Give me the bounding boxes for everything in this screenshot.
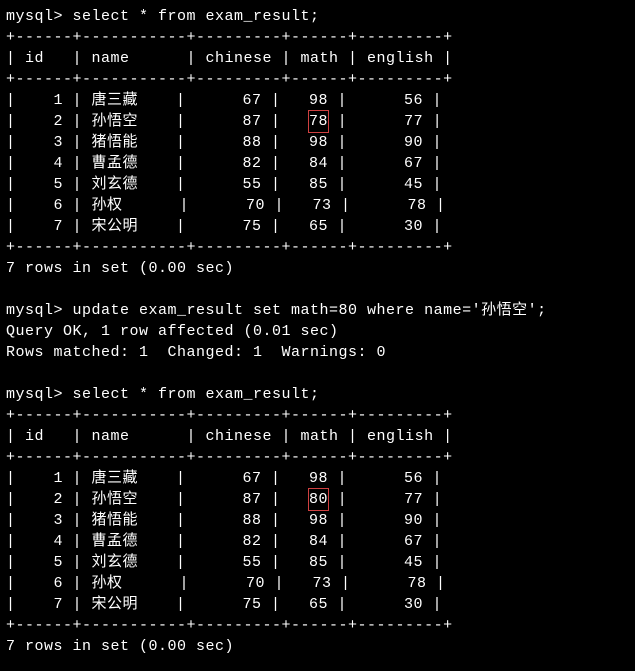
rows-matched-status: Rows matched: 1 Changed: 1 Warnings: 0	[6, 342, 629, 363]
table-row: | 5 | 刘玄德 | 55 | 85 | 45 |	[6, 174, 629, 195]
table-border-2: +------+-----------+---------+------+---…	[6, 405, 629, 426]
table-row: | 7 | 宋公明 | 75 | 65 | 30 |	[6, 216, 629, 237]
table-border-1: +------+-----------+---------+------+---…	[6, 27, 629, 48]
table-row: | 1 | 唐三藏 | 67 | 98 | 56 |	[6, 468, 629, 489]
table-row: | 3 | 猪悟能 | 88 | 98 | 90 |	[6, 132, 629, 153]
table-row: | 4 | 曹孟德 | 82 | 84 | 67 |	[6, 531, 629, 552]
table-row: | 1 | 唐三藏 | 67 | 98 | 56 |	[6, 90, 629, 111]
table-row: | 2 | 孙悟空 | 87 | 78 | 77 |	[6, 111, 629, 132]
table-row: | 6 | 孙权 | 70 | 73 | 78 |	[6, 195, 629, 216]
table-row: | 3 | 猪悟能 | 88 | 98 | 90 |	[6, 510, 629, 531]
table-row: | 5 | 刘玄德 | 55 | 85 | 45 |	[6, 552, 629, 573]
table-border-1: +------+-----------+---------+------+---…	[6, 237, 629, 258]
highlighted-value: 78	[308, 110, 329, 133]
rows-status: 7 rows in set (0.00 sec)	[6, 636, 629, 657]
table-border-1: +------+-----------+---------+------+---…	[6, 69, 629, 90]
highlighted-value: 80	[308, 488, 329, 511]
table-header-1: | id | name | chinese | math | english |	[6, 48, 629, 69]
table-row: | 4 | 曹孟德 | 82 | 84 | 67 |	[6, 153, 629, 174]
table-border-2: +------+-----------+---------+------+---…	[6, 447, 629, 468]
sql-prompt-line: mysql> select * from exam_result;	[6, 6, 629, 27]
sql-prompt-line: mysql> select * from exam_result;	[6, 384, 629, 405]
table-border-2: +------+-----------+---------+------+---…	[6, 615, 629, 636]
rows-status: 7 rows in set (0.00 sec)	[6, 258, 629, 279]
table-header-2: | id | name | chinese | math | english |	[6, 426, 629, 447]
query-ok-status: Query OK, 1 row affected (0.01 sec)	[6, 321, 629, 342]
table-row: | 6 | 孙权 | 70 | 73 | 78 |	[6, 573, 629, 594]
table-row: | 7 | 宋公明 | 75 | 65 | 30 |	[6, 594, 629, 615]
sql-prompt-line: mysql> update exam_result set math=80 wh…	[6, 300, 629, 321]
table-row: | 2 | 孙悟空 | 87 | 80 | 77 |	[6, 489, 629, 510]
